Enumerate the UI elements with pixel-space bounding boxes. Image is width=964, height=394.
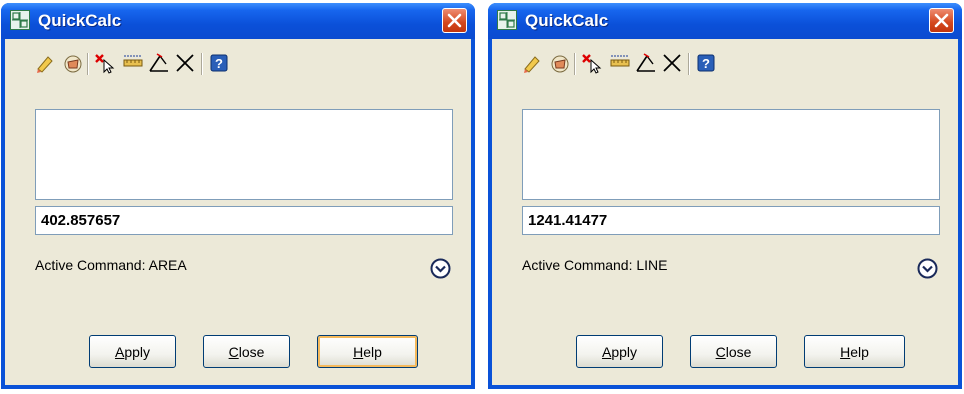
quickcalc-app-icon [497,10,517,30]
apply-mnemonic: A [114,343,125,360]
dialog-client-area: ? 402.857657 Active Command: AREA Apply … [5,39,471,385]
get-coordinates-icon[interactable] [580,51,604,75]
intersection-icon[interactable] [173,51,197,75]
help-label: elp [850,343,869,360]
distance-between-points-icon[interactable] [608,51,632,75]
chevron-down-icon[interactable] [917,258,938,279]
input-box[interactable]: 402.857657 [35,206,453,235]
help-label: elp [363,343,382,360]
help-mnemonic: H [353,343,364,360]
title-bar[interactable]: QuickCalc [488,3,962,39]
close-label: lose [238,343,265,360]
close-icon [447,13,462,28]
apply-label: pply [124,343,151,360]
apply-button[interactable]: Apply [89,335,176,368]
window-title: QuickCalc [38,11,122,30]
help-icon[interactable]: ? [694,51,718,75]
active-command-label: Active Command: LINE [522,257,668,273]
angle-of-line-icon[interactable] [634,51,658,75]
close-mnemonic: C [715,343,726,360]
clear-eraser-icon[interactable] [520,51,544,75]
input-box[interactable]: 1241.41477 [522,206,940,235]
quickcalc-window: QuickCalc [488,3,962,389]
help-icon[interactable]: ? [207,51,231,75]
close-label: lose [725,343,752,360]
clear-history-icon[interactable] [548,51,572,75]
history-area[interactable] [522,109,940,200]
help-button[interactable]: Help [317,335,418,368]
svg-text:?: ? [215,56,223,71]
close-window-button[interactable] [442,8,467,33]
clear-history-icon[interactable] [61,51,85,75]
close-mnemonic: C [228,343,239,360]
apply-button[interactable]: Apply [576,335,663,368]
window-title: QuickCalc [525,11,609,30]
close-button[interactable]: Close [690,335,777,368]
quickcalc-window: QuickCalc [1,3,475,389]
toolbar: ? [520,51,780,77]
toolbar: ? [33,51,293,77]
active-command-label: Active Command: AREA [35,257,187,273]
help-mnemonic: H [840,343,851,360]
quickcalc-app-icon [10,10,30,30]
title-bar[interactable]: QuickCalc [1,3,475,39]
chevron-down-icon[interactable] [430,258,451,279]
get-coordinates-icon[interactable] [93,51,117,75]
help-button[interactable]: Help [804,335,905,368]
clear-eraser-icon[interactable] [33,51,57,75]
close-button[interactable]: Close [203,335,290,368]
close-icon [934,13,949,28]
apply-mnemonic: A [601,343,612,360]
history-area[interactable] [35,109,453,200]
dialog-client-area: ? 1241.41477 Active Command: LINE Apply … [492,39,958,385]
close-window-button[interactable] [929,8,954,33]
svg-text:?: ? [702,56,710,71]
apply-label: pply [611,343,638,360]
angle-of-line-icon[interactable] [147,51,171,75]
distance-between-points-icon[interactable] [121,51,145,75]
intersection-icon[interactable] [660,51,684,75]
